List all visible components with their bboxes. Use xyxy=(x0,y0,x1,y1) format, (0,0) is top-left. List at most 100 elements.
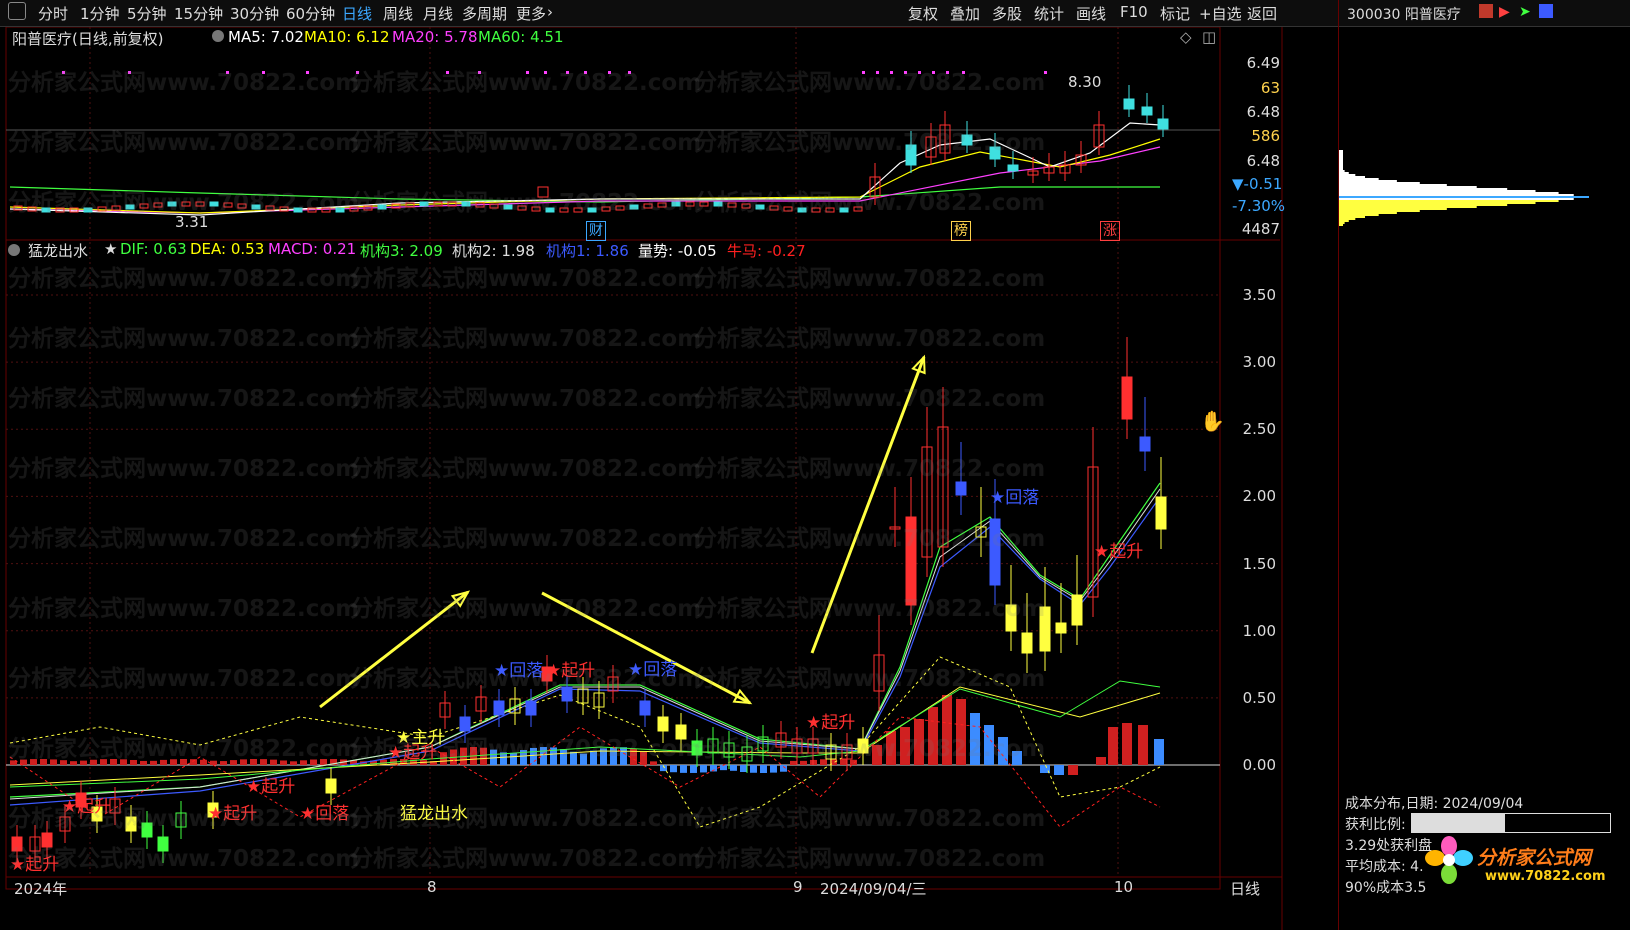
chart-canvas[interactable] xyxy=(0,27,1338,930)
statistics-button[interactable]: 统计 xyxy=(1034,3,1064,24)
price-candle xyxy=(1123,98,1135,110)
cost-bar xyxy=(1339,174,1356,176)
macd-bar xyxy=(970,713,980,765)
indicator-candle xyxy=(1071,594,1083,626)
macd-bar xyxy=(280,760,287,765)
indicator-axis-tick: 3.00 xyxy=(1242,353,1276,372)
overlay-button[interactable]: 叠加 xyxy=(950,3,980,24)
indicator-candle xyxy=(1021,632,1033,654)
macd-bar xyxy=(914,719,924,765)
price-candle xyxy=(517,205,527,211)
rank-badge[interactable]: 榜 xyxy=(951,221,971,241)
price-candle xyxy=(811,207,821,213)
settings-dot-icon[interactable] xyxy=(212,30,224,42)
signal-dot xyxy=(128,71,131,74)
signal-dot xyxy=(478,71,481,74)
flower-logo-icon xyxy=(1425,836,1473,884)
indicator-value-3: 机构3: 2.09 xyxy=(360,242,443,260)
price-candle xyxy=(713,201,723,207)
macd-bar xyxy=(650,761,657,765)
macd-bar xyxy=(886,731,896,765)
finance-badge[interactable]: 财 xyxy=(586,221,606,241)
cost-distribution-panel: 300030 阳普医疗 ▶ ➤ 成本分布,日期: 2024/09/04 获利比例… xyxy=(1338,0,1630,930)
main-signal-label: 猛龙出水 xyxy=(400,804,468,824)
cost-bar xyxy=(1339,160,1343,162)
macd-bar xyxy=(230,760,237,765)
tab-5min[interactable]: 5分钟 xyxy=(127,3,167,24)
menu-icon[interactable] xyxy=(8,2,26,20)
chart-area[interactable]: 阳普医疗(日线,前复权) MA5: 7.02 MA10: 6.12 MA20: … xyxy=(0,27,1338,930)
trend-arrow-down-head xyxy=(732,688,753,705)
macd-bar xyxy=(1096,757,1106,765)
tab-60min[interactable]: 60分钟 xyxy=(286,3,335,24)
signal-label: ★回落 xyxy=(990,488,1040,508)
macd-bar xyxy=(190,759,197,765)
mark-button[interactable]: 标记 xyxy=(1160,3,1190,24)
macd-bar xyxy=(760,765,767,773)
indicator-candle xyxy=(41,832,53,848)
profit-ratio-value: 46.8% xyxy=(1490,815,1532,830)
date-label-sep: 9 xyxy=(793,878,803,896)
signal-dot xyxy=(356,71,359,74)
price-candle xyxy=(209,201,219,207)
cost-bar xyxy=(1339,218,1356,220)
price-candle xyxy=(615,205,625,211)
tab-15min[interactable]: 15分钟 xyxy=(174,3,223,24)
cost-bar xyxy=(1339,202,1536,204)
price-candle xyxy=(783,206,793,212)
chevron-right-icon[interactable]: › xyxy=(547,3,553,21)
signal-dot xyxy=(890,71,893,74)
macd-bar xyxy=(750,765,757,773)
multi-stock-button[interactable]: 多股 xyxy=(992,3,1022,24)
price-candle xyxy=(265,205,275,211)
panel-toggle-icon[interactable]: ◫ xyxy=(1202,28,1216,46)
tab-multi-period[interactable]: 多周期 xyxy=(462,3,507,24)
macd-bar xyxy=(850,759,857,765)
back-button[interactable]: 返回 xyxy=(1247,3,1277,24)
main-axis-price-tick: 6.49 xyxy=(1246,54,1280,72)
cost-distribution-chart xyxy=(1339,150,1589,226)
indicator-settings-icon[interactable] xyxy=(8,244,20,256)
cost-bar xyxy=(1339,178,1379,180)
tab-weekly[interactable]: 周线 xyxy=(383,3,413,24)
cost-bar xyxy=(1339,190,1536,192)
draw-line-button[interactable]: 画线 xyxy=(1076,3,1106,24)
diamond-icon[interactable]: ◇ xyxy=(1180,28,1192,46)
limit-up-badge[interactable]: 涨 xyxy=(1100,221,1120,241)
main-axis-price-tick: 6.48 xyxy=(1246,103,1280,121)
tab-1min[interactable]: 1分钟 xyxy=(80,3,120,24)
period-label: 日线 xyxy=(1230,880,1261,898)
tab-monthly[interactable]: 月线 xyxy=(423,3,453,24)
price-candle xyxy=(195,201,205,207)
add-watchlist-button[interactable]: +自选 xyxy=(1199,3,1242,24)
indicator-axis-tick: 0.50 xyxy=(1242,688,1276,707)
tab-30min[interactable]: 30分钟 xyxy=(230,3,279,24)
price-candle xyxy=(419,201,429,207)
restore-rights-button[interactable]: 复权 xyxy=(908,3,938,24)
indicator-candle xyxy=(1121,376,1133,420)
price-candle xyxy=(989,146,1001,160)
cost-90-line: 90%成本3.5 xyxy=(1345,880,1427,896)
price-candle xyxy=(293,207,303,213)
low-price-label: 3.31 xyxy=(175,213,209,231)
cost-bar xyxy=(1339,180,1397,182)
tab-fenshi[interactable]: 分时 xyxy=(38,3,68,24)
cost-bar xyxy=(1339,224,1343,226)
price-candle xyxy=(41,207,51,213)
f10-button[interactable]: F10 xyxy=(1120,3,1148,21)
profit-price-line: 3.29处获利盘 xyxy=(1345,838,1433,854)
cost-bar xyxy=(1339,220,1349,222)
cost-bar xyxy=(1339,206,1477,208)
tab-daily[interactable]: 日线 xyxy=(342,3,372,24)
profit-ratio-label: 获利比例: xyxy=(1345,817,1406,833)
macd-bar xyxy=(928,707,938,765)
indicator-axis-tick: 2.00 xyxy=(1242,487,1276,506)
macd-bar xyxy=(840,759,847,765)
main-axis-change-percent-tick: -7.30% xyxy=(1232,197,1286,215)
macd-bar xyxy=(780,765,787,772)
price-candle xyxy=(657,202,667,208)
indicator-candle xyxy=(1055,622,1067,634)
indicator-axis-tick: 3.50 xyxy=(1242,286,1276,304)
tab-more[interactable]: 更多 xyxy=(516,3,546,24)
price-candle xyxy=(961,134,973,146)
